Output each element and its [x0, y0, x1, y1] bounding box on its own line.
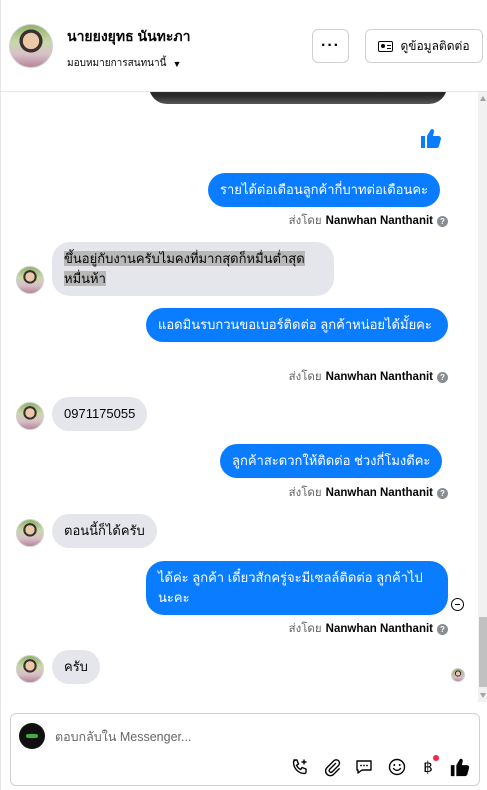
sent-by-prefix: ส่งโดย — [288, 215, 322, 227]
scroll-down-arrow-icon[interactable] — [480, 693, 486, 698]
message-bubble-incoming[interactable]: ขึ้นอยู่กับงานครับไมคงที่มากสุดก็หมื่นต่… — [52, 242, 334, 296]
page-avatar — [19, 723, 45, 749]
contact-avatar[interactable] — [9, 24, 53, 68]
contact-avatar-small — [16, 655, 44, 683]
send-like-button[interactable] — [449, 756, 471, 778]
message-bubble-incoming[interactable]: ครับ — [52, 650, 100, 684]
contact-avatar-small — [16, 519, 44, 547]
reply-input[interactable] — [55, 728, 435, 746]
message-text: ขึ้นอยู่กับงานครับไมคงที่มากสุดก็หมื่นต่… — [64, 251, 305, 286]
scroll-up-arrow-icon[interactable] — [480, 96, 486, 101]
sent-by-label: ส่งโดย Nanwhan Nanthanit ? — [289, 484, 448, 502]
message-bubble-outgoing[interactable]: ได้ค่ะ ลูกค้า เดี๋ยวสักครู่จะมีเซลล์ติดต… — [146, 561, 448, 615]
view-contact-label: ดูข้อมูลติดต่อ — [400, 38, 470, 53]
sent-by-label: ส่งโดย Nanwhan Nanthanit ? — [289, 212, 448, 230]
more-icon: ··· — [321, 37, 340, 54]
message-thread[interactable]: รายได้ต่อเดือนลูกค้ากี่บาทต่อเดือนคะ ส่ง… — [1, 92, 476, 704]
baht-icon[interactable]: ฿ — [417, 755, 439, 778]
more-options-button[interactable]: ··· — [312, 29, 349, 63]
notification-dot — [433, 755, 439, 761]
sent-by-label: ส่งโดย Nanwhan Nanthanit ? — [289, 368, 448, 386]
sent-by-label: ส่งโดย Nanwhan Nanthanit ? — [289, 620, 448, 638]
contact-card-icon — [378, 40, 394, 52]
assign-conversation-dropdown[interactable]: มอบหมายการสนทนานี้ ▼ — [67, 56, 181, 71]
scrollbar-thumb[interactable] — [479, 617, 487, 687]
view-contact-button[interactable]: ดูข้อมูลติดต่อ — [365, 29, 483, 63]
help-icon[interactable]: ? — [437, 623, 448, 635]
reply-composer: ฿ — [10, 713, 480, 786]
sender-name: Nanwhan Nanthanit — [325, 371, 433, 383]
message-bubble-incoming[interactable]: 0971175055 — [52, 397, 148, 431]
message-bubble-incoming[interactable]: ตอนนี้ก็ได้ครับ — [52, 514, 157, 548]
sent-by-prefix: ส่งโดย — [288, 371, 322, 383]
sent-by-prefix: ส่งโดย — [288, 487, 322, 499]
delivered-status-icon — [451, 598, 464, 611]
assign-label: มอบหมายการสนทนานี้ — [67, 58, 167, 69]
help-icon[interactable]: ? — [437, 215, 448, 227]
conversation-header: นายยงยุทธ นันทะภา มอบหมายการสนทนานี้ ▼ ·… — [1, 0, 487, 92]
contact-avatar-small — [16, 266, 44, 294]
contact-name[interactable]: นายยงยุทธ นันทะภา — [67, 26, 191, 48]
message-bubble-outgoing[interactable]: รายได้ต่อเดือนลูกค้ากี่บาทต่อเดือนคะ — [208, 173, 441, 207]
smile-icon[interactable] — [386, 756, 408, 778]
messenger-inbox-panel: นายยงยุทธ นันทะภา มอบหมายการสนทนานี้ ▼ ·… — [0, 0, 487, 790]
message-bubble-outgoing[interactable]: ลูกค้าสะดวกให้ติดต่อ ช่วงกี่โมงดีคะ — [220, 444, 443, 478]
speech-bubble-icon[interactable] — [353, 756, 375, 778]
sender-name: Nanwhan Nanthanit — [325, 215, 433, 227]
call-add-icon[interactable] — [289, 756, 311, 778]
sender-name: Nanwhan Nanthanit — [325, 623, 433, 635]
image-attachment[interactable] — [149, 92, 447, 104]
thread-scrollbar[interactable] — [478, 92, 487, 702]
thumbs-up-icon — [450, 758, 470, 777]
message-bubble-outgoing[interactable]: แอดมินรบกวนขอเบอร์ติดต่อ ลูกค้าหน่อยได้ม… — [146, 308, 448, 342]
help-icon[interactable]: ? — [437, 371, 448, 383]
help-icon[interactable]: ? — [437, 487, 448, 499]
sent-by-prefix: ส่งโดย — [288, 623, 322, 635]
caret-down-icon: ▼ — [172, 58, 182, 69]
sender-name: Nanwhan Nanthanit — [325, 487, 433, 499]
contact-avatar-small — [16, 402, 44, 430]
paperclip-icon[interactable] — [321, 756, 343, 778]
thumbs-up-icon — [421, 129, 441, 148]
seen-by-avatar — [451, 668, 465, 682]
